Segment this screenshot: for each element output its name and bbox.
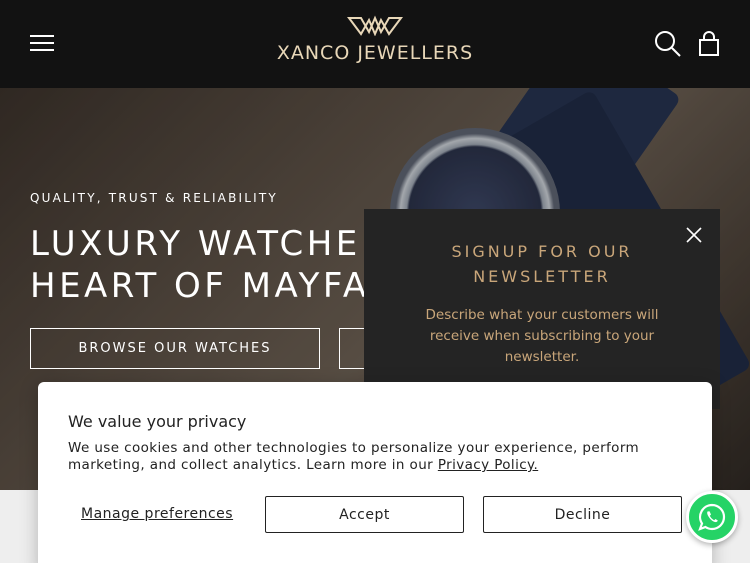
hero-tagline: QUALITY, TRUST & RELIABILITY (30, 191, 278, 205)
diamond-logo-icon (347, 15, 403, 36)
hamburger-menu-icon[interactable] (30, 35, 54, 53)
newsletter-popup: SIGNUP FOR OUR NEWSLETTER Describe what … (364, 209, 720, 409)
newsletter-title: SIGNUP FOR OUR NEWSLETTER (451, 242, 633, 286)
whatsapp-icon[interactable] (686, 491, 738, 543)
newsletter-description: Describe what your customers will receiv… (425, 307, 659, 365)
hero-headline-line1: LUXURY WATCHE (30, 224, 361, 264)
browse-watches-button[interactable]: BROWSE OUR WATCHES (30, 328, 320, 369)
site-header: XANCO JEWELLERS (0, 0, 750, 88)
cookie-title: We value your privacy (68, 412, 247, 431)
cookie-text: We use cookies and other technologies to… (68, 440, 688, 474)
manage-preferences-link[interactable]: Manage preferences (81, 506, 233, 522)
cookie-body-text: We use cookies and other technologies to… (68, 440, 640, 473)
hero-headline: LUXURY WATCHE HEART OF MAYFA (30, 223, 370, 307)
search-icon[interactable] (654, 30, 682, 58)
decline-button[interactable]: Decline (483, 496, 682, 533)
shopping-bag-icon[interactable] (697, 31, 721, 57)
brand-logo[interactable]: XANCO JEWELLERS (245, 14, 505, 74)
cookie-consent-banner: We value your privacy We use cookies and… (38, 382, 712, 563)
brand-name: XANCO JEWELLERS (276, 42, 474, 64)
accept-button[interactable]: Accept (265, 496, 464, 533)
hero-headline-line2: HEART OF MAYFA (30, 266, 370, 306)
privacy-policy-link[interactable]: Privacy Policy. (438, 457, 538, 473)
